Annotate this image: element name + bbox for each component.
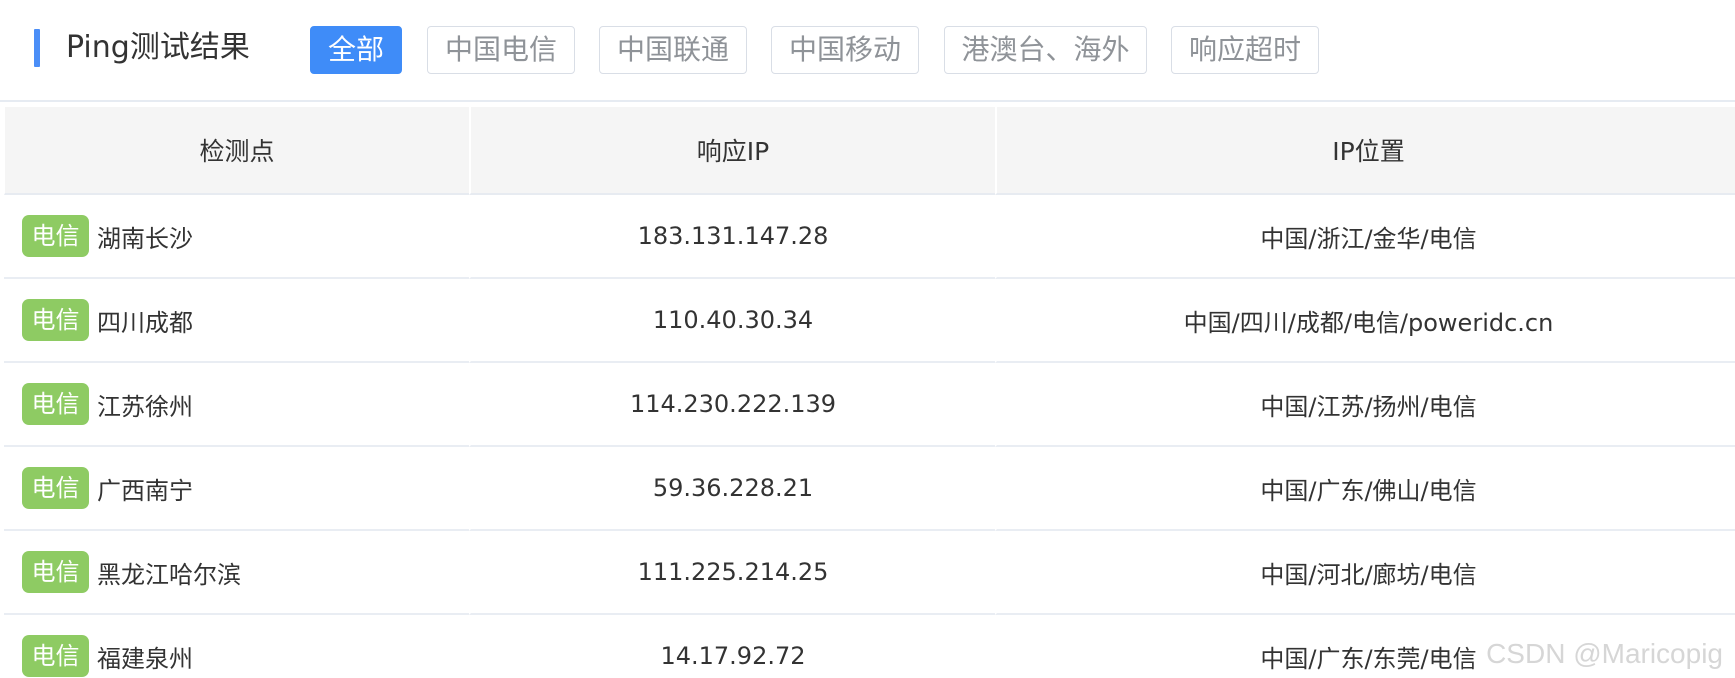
- node-name: 江苏徐州: [97, 392, 193, 421]
- column-header-location[interactable]: IP位置: [995, 107, 1735, 195]
- page-title: Ping测试结果: [66, 30, 250, 65]
- results-header: Ping测试结果 全部 中国电信 中国联通 中国移动 港澳台、海外 响应超时: [0, 0, 1735, 102]
- node-name: 黑龙江哈尔滨: [97, 560, 241, 589]
- location-cell: 中国/四川/成都/电信/poweridc.cn: [995, 279, 1735, 363]
- isp-badge: 电信: [22, 635, 89, 677]
- node-name: 福建泉州: [97, 644, 193, 673]
- isp-badge: 电信: [22, 551, 89, 593]
- isp-badge: 电信: [22, 383, 89, 425]
- node-cell: 电信 黑龙江哈尔滨: [4, 531, 469, 615]
- title-accent-bar: [34, 29, 40, 67]
- table-header-row: 检测点 响应IP IP位置: [4, 107, 1735, 195]
- ip-cell: 114.230.222.139: [469, 363, 995, 447]
- node-cell: 电信 湖南长沙: [4, 195, 469, 279]
- table-row: 电信 江苏徐州 114.230.222.139 中国/江苏/扬州/电信: [4, 363, 1735, 447]
- table-row: 电信 黑龙江哈尔滨 111.225.214.25 中国/河北/廊坊/电信: [4, 531, 1735, 615]
- ip-cell: 14.17.92.72: [469, 615, 995, 678]
- ip-cell: 110.40.30.34: [469, 279, 995, 363]
- column-header-ip[interactable]: 响应IP: [469, 107, 995, 195]
- table-row: 电信 福建泉州 14.17.92.72 中国/广东/东莞/电信: [4, 615, 1735, 678]
- node-name: 四川成都: [97, 308, 193, 337]
- isp-badge: 电信: [22, 467, 89, 509]
- location-cell: 中国/河北/廊坊/电信: [995, 531, 1735, 615]
- results-table-container: 检测点 响应IP IP位置 电信 湖南长沙 183.131.147.28 中国/…: [4, 107, 1735, 678]
- node-cell: 电信 福建泉州: [4, 615, 469, 678]
- node-cell: 电信 四川成都: [4, 279, 469, 363]
- node-name: 湖南长沙: [97, 224, 193, 253]
- table-row: 电信 湖南长沙 183.131.147.28 中国/浙江/金华/电信: [4, 195, 1735, 279]
- column-header-node[interactable]: 检测点: [4, 107, 469, 195]
- ip-cell: 59.36.228.21: [469, 447, 995, 531]
- filter-telecom-button[interactable]: 中国电信: [427, 26, 575, 74]
- isp-badge: 电信: [22, 215, 89, 257]
- ip-cell: 111.225.214.25: [469, 531, 995, 615]
- ip-cell: 183.131.147.28: [469, 195, 995, 279]
- filter-overseas-button[interactable]: 港澳台、海外: [944, 26, 1147, 74]
- node-cell: 电信 广西南宁: [4, 447, 469, 531]
- filter-mobile-button[interactable]: 中国移动: [771, 26, 919, 74]
- filter-all-button[interactable]: 全部: [310, 26, 402, 74]
- isp-badge: 电信: [22, 299, 89, 341]
- results-table: 检测点 响应IP IP位置 电信 湖南长沙 183.131.147.28 中国/…: [4, 107, 1735, 678]
- filter-unicom-button[interactable]: 中国联通: [599, 26, 747, 74]
- location-cell: 中国/江苏/扬州/电信: [995, 363, 1735, 447]
- table-row: 电信 四川成都 110.40.30.34 中国/四川/成都/电信/powerid…: [4, 279, 1735, 363]
- location-cell: 中国/广东/东莞/电信: [995, 615, 1735, 678]
- location-cell: 中国/浙江/金华/电信: [995, 195, 1735, 279]
- node-name: 广西南宁: [97, 476, 193, 505]
- filter-timeout-button[interactable]: 响应超时: [1171, 26, 1319, 74]
- table-row: 电信 广西南宁 59.36.228.21 中国/广东/佛山/电信: [4, 447, 1735, 531]
- node-cell: 电信 江苏徐州: [4, 363, 469, 447]
- location-cell: 中国/广东/佛山/电信: [995, 447, 1735, 531]
